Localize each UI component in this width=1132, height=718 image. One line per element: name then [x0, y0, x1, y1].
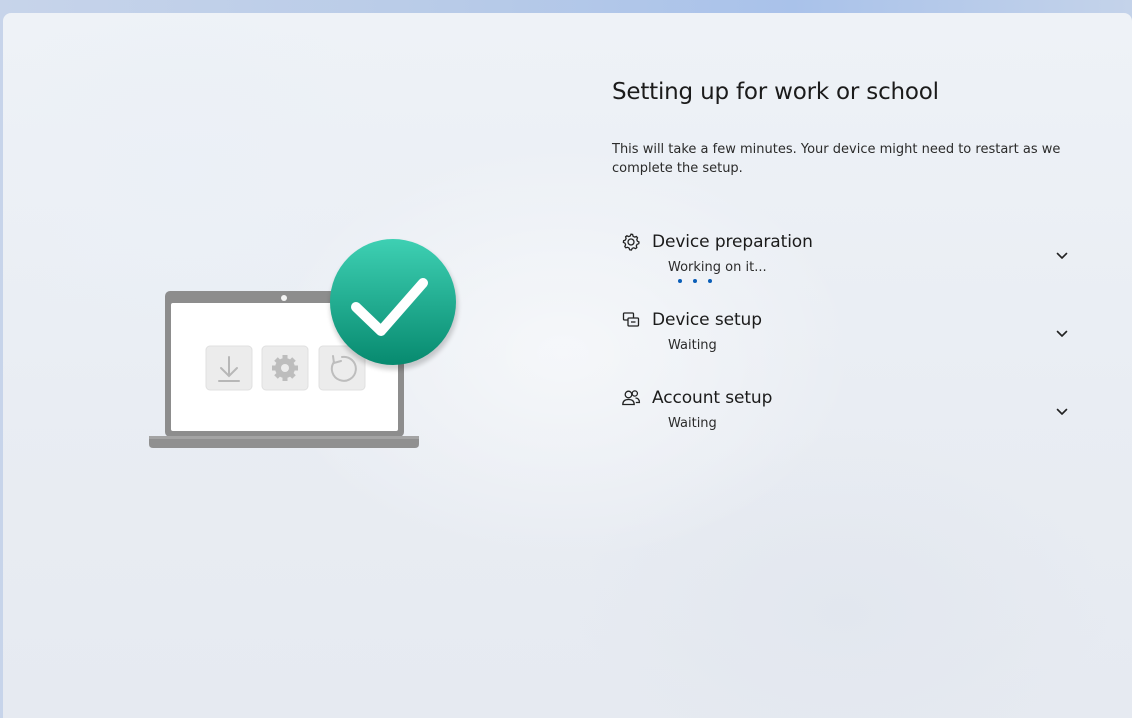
progress-dot [708, 279, 712, 283]
download-icon [205, 345, 253, 391]
people-icon [620, 387, 642, 409]
illustration [3, 13, 563, 718]
step-title: Device setup [652, 310, 762, 330]
step-header: Device setup [612, 308, 1082, 332]
checkmark-icon [330, 239, 458, 370]
oobe-window: Setting up for work or school This will … [3, 13, 1132, 718]
page-title: Setting up for work or school [612, 79, 939, 105]
chevron-down-icon[interactable] [1054, 404, 1070, 420]
page-subtitle: This will take a few minutes. Your devic… [612, 142, 1061, 176]
step-status: Waiting [668, 338, 717, 353]
progress-dot [693, 279, 697, 283]
gear-icon [261, 345, 309, 391]
device-setup-icon [620, 309, 642, 331]
step-device-preparation[interactable]: Device preparation Working on it... [612, 230, 1082, 308]
chevron-down-icon[interactable] [1054, 326, 1070, 342]
setup-content: Setting up for work or school This will … [612, 75, 1082, 464]
step-header: Device preparation [612, 230, 1082, 254]
step-status: Waiting [668, 416, 717, 431]
gear-icon [620, 231, 642, 253]
step-device-setup[interactable]: Device setup Waiting [612, 308, 1082, 386]
step-status: Working on it... [668, 260, 767, 275]
laptop-illustration [149, 239, 458, 448]
chevron-down-icon[interactable] [1054, 248, 1070, 264]
step-account-setup[interactable]: Account setup Waiting [612, 386, 1082, 464]
progress-dot [678, 279, 682, 283]
step-header: Account setup [612, 386, 1082, 410]
progress-dots [678, 279, 712, 283]
step-title: Account setup [652, 388, 773, 408]
setup-steps: Device preparation Working on it... Devi… [612, 230, 1082, 464]
step-title: Device preparation [652, 232, 813, 252]
